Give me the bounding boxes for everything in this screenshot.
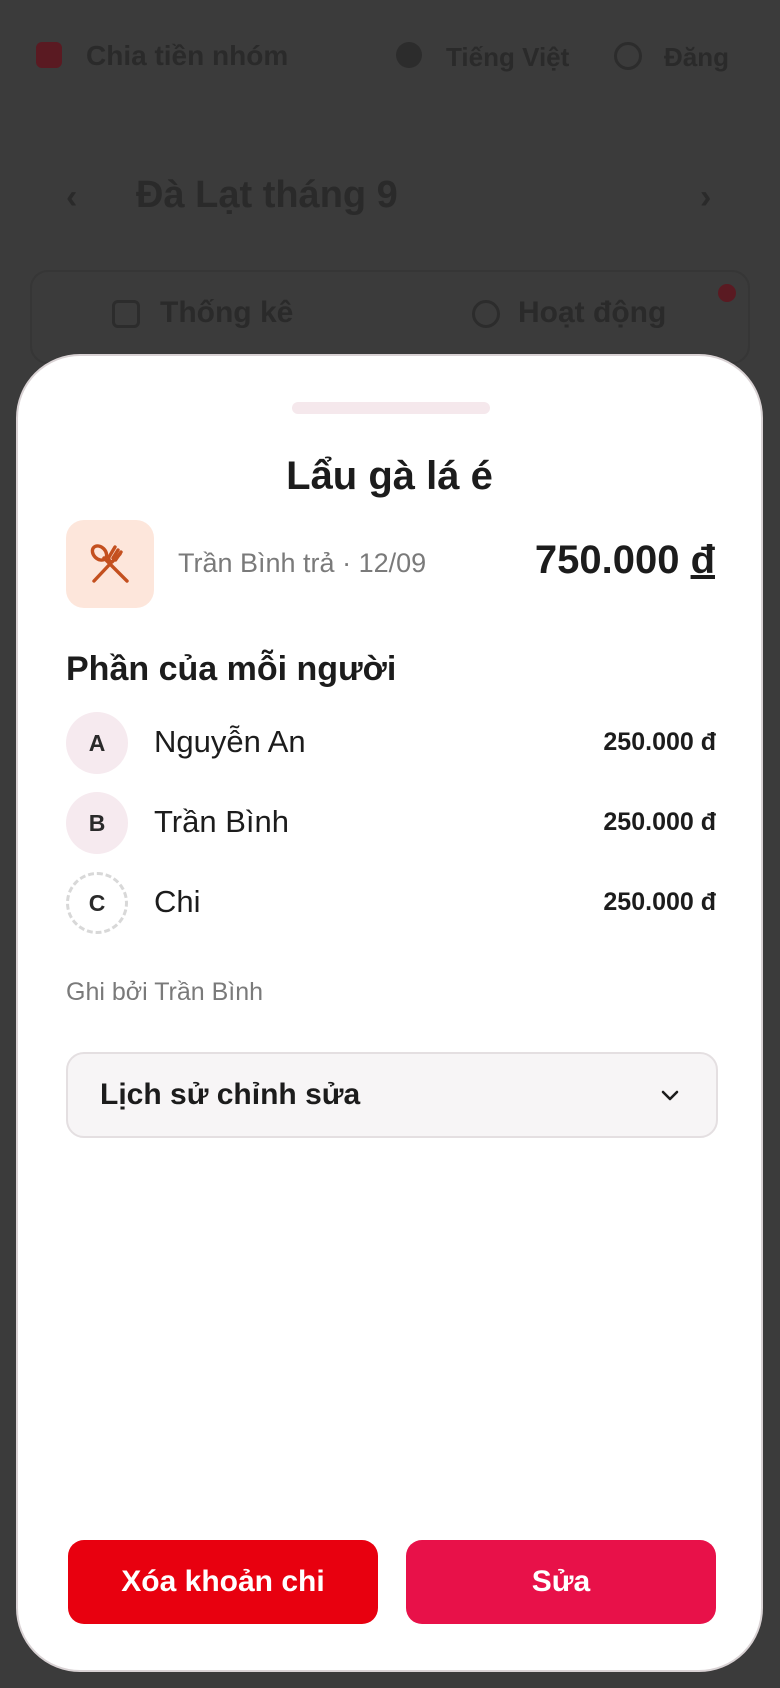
recorded-by: Ghi bởi Trần Bình xyxy=(66,978,264,1006)
shares-section-title: Phần của mỗi người xyxy=(66,650,397,688)
category-badge xyxy=(66,520,154,608)
expense-detail-sheet: Lẩu gà lá é Trần Bình trả · 12/09 750.00… xyxy=(16,354,763,1672)
share-row-chi: C Chi 250.000 đ xyxy=(66,872,716,936)
person-share-amount: 250.000 đ xyxy=(603,808,716,836)
user-button: Đăng xyxy=(664,42,729,72)
chevron-right-icon: › xyxy=(700,178,712,216)
person-name: Chi xyxy=(154,884,201,919)
language-button: Tiếng Việt xyxy=(446,42,570,72)
edit-history-label: Lịch sử chỉnh sửa xyxy=(100,1078,361,1111)
tab-activity: Hoạt động xyxy=(518,296,667,329)
app-logo-icon xyxy=(36,42,62,68)
app-title: Chia tiền nhóm xyxy=(86,40,289,71)
avatar-pending: C xyxy=(66,872,128,934)
delete-expense-button[interactable]: Xóa khoản chi xyxy=(68,1540,378,1624)
edit-expense-button[interactable]: Sửa xyxy=(406,1540,716,1624)
person-name: Trần Bình xyxy=(154,804,289,839)
share-row-binh: B Trần Bình 250.000 đ xyxy=(66,792,716,856)
back-chevron-icon: ‹ xyxy=(66,178,78,216)
edit-history-dropdown[interactable]: Lịch sử chỉnh sửa xyxy=(66,1052,718,1138)
group-title: Đà Lạt tháng 9 xyxy=(136,174,398,216)
amount-value: 750.000 xyxy=(534,538,680,582)
expense-title: Lẩu gà lá é xyxy=(286,454,493,498)
payer-info: Trần Bình trả · 12/09 xyxy=(178,548,427,578)
person-share-amount: 250.000 đ xyxy=(603,888,716,916)
notification-badge xyxy=(718,284,736,302)
person-share-amount: 250.000 đ xyxy=(603,728,716,756)
sheet-drag-handle[interactable] xyxy=(292,402,490,414)
globe-icon xyxy=(396,42,422,68)
stats-icon xyxy=(112,300,140,328)
user-icon xyxy=(614,42,642,70)
currency-symbol: đ xyxy=(690,538,715,582)
tab-stats: Thống kê xyxy=(160,296,294,329)
share-row-an: A Nguyễn An 250.000 đ xyxy=(66,712,716,776)
avatar: A xyxy=(66,712,128,774)
expense-amount: 750.000 đ xyxy=(535,538,715,583)
chevron-down-icon xyxy=(661,1090,679,1101)
activity-icon xyxy=(472,300,500,328)
avatar: B xyxy=(66,792,128,854)
fork-knife-icon xyxy=(90,544,129,583)
person-name: Nguyễn An xyxy=(154,724,306,759)
